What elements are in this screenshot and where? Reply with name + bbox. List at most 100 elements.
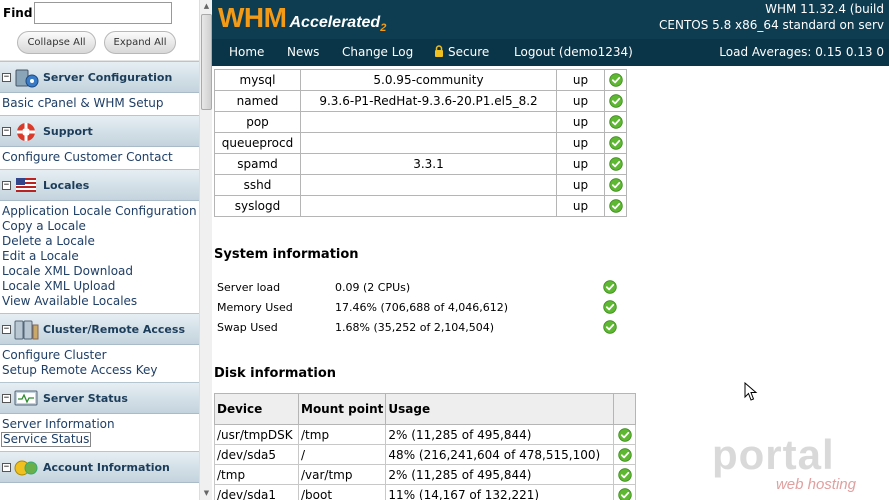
- whm-logo[interactable]: WHM Accelerated2: [218, 2, 386, 36]
- disk-status: [613, 464, 637, 485]
- nav-changelog-link[interactable]: Change Log: [342, 45, 413, 59]
- service-status: up: [556, 90, 605, 112]
- disk-information-heading: Disk information: [214, 366, 337, 381]
- service-status: up: [556, 174, 605, 196]
- section-header-server-configuration[interactable]: − Server Configuration: [0, 61, 212, 93]
- nav-secure-link[interactable]: Secure: [434, 45, 489, 59]
- system-information-heading: System information: [214, 247, 359, 262]
- disk-device: /tmp: [214, 464, 299, 485]
- section-items: Basic cPanel & WHM Setup: [0, 93, 212, 115]
- sidebar-item-locale-xml-upload[interactable]: Locale XML Upload: [2, 279, 212, 294]
- system-information-table: Server load 0.09 (2 CPUs) Memory Used 17.46…: [215, 277, 619, 337]
- collapse-all-button[interactable]: Collapse All: [17, 31, 96, 54]
- nav-logout-link[interactable]: Logout (demo1234): [514, 45, 633, 59]
- service-status: up: [556, 132, 605, 154]
- sidebar-item-setup-remote-access-key[interactable]: Setup Remote Access Key: [2, 363, 212, 378]
- service-version: [300, 174, 557, 196]
- scroll-down-arrow-icon[interactable]: ▼: [200, 487, 212, 500]
- service-status-cell: [604, 111, 627, 133]
- server-status-icon: [14, 390, 38, 406]
- status-ok-icon: [608, 178, 623, 192]
- service-status-cell: [604, 132, 627, 154]
- sidebar-item-locale-xml-download[interactable]: Locale XML Download: [2, 264, 212, 279]
- status-ok-icon: [618, 488, 632, 500]
- sidebar-item-edit-a-locale[interactable]: Edit a Locale: [2, 249, 212, 264]
- system-info-label: Memory Used: [217, 300, 293, 314]
- status-ok-icon: [608, 136, 623, 150]
- service-status-cell: [604, 174, 627, 196]
- service-row: spamd 3.3.1 up: [214, 153, 627, 175]
- service-row: sshd up: [214, 174, 627, 196]
- version-text: WHM 11.32.4 (build: [765, 2, 884, 16]
- sidebar-item-basic-cpanel-whm-setup[interactable]: Basic cPanel & WHM Setup: [2, 96, 212, 111]
- logo-accelerated-text: Accelerated: [289, 14, 381, 31]
- section-header-locales[interactable]: − Locales: [0, 169, 212, 201]
- service-name: mysql: [214, 69, 301, 91]
- collapse-toggle-icon[interactable]: −: [2, 463, 11, 472]
- disk-device: /usr/tmpDSK: [214, 424, 299, 445]
- disk-status: [613, 484, 637, 500]
- lock-icon: [435, 45, 443, 57]
- service-status-table: mysql 5.0.95-community up named 9.3.6-P1-Red…: [214, 69, 627, 217]
- status-ok-icon: [608, 115, 623, 129]
- sidebar-item-server-information[interactable]: Server Information: [2, 417, 212, 432]
- service-status-cell: [604, 69, 627, 91]
- section-header-cluster-remote-access[interactable]: − Cluster/Remote Access: [0, 313, 212, 345]
- disk-status: [613, 444, 637, 465]
- sidebar-item-application-locale-configuration[interactable]: Application Locale Configuration: [2, 204, 212, 219]
- sidebar-item-service-status[interactable]: Service Status: [1, 432, 92, 447]
- service-status: up: [556, 153, 605, 175]
- status-ok-icon: [618, 468, 632, 482]
- system-info-row: Server load 0.09 (2 CPUs): [215, 277, 619, 297]
- system-info-value: 0.09 (2 CPUs): [335, 280, 411, 294]
- service-row: named 9.3.6-P1-RedHat-9.3.6-20.P1.el5_8.2…: [214, 90, 627, 112]
- service-status-cell: [604, 153, 627, 175]
- expand-all-button[interactable]: Expand All: [104, 31, 176, 54]
- nav-home-link[interactable]: Home: [229, 45, 264, 59]
- section-title: Server Configuration: [43, 71, 173, 84]
- nav-news-link[interactable]: News: [287, 45, 319, 59]
- scroll-thumb[interactable]: [201, 14, 212, 110]
- collapse-toggle-icon[interactable]: −: [2, 73, 11, 82]
- status-ok-icon: [603, 320, 617, 334]
- service-version: 9.3.6-P1-RedHat-9.3.6-20.P1.el5_8.2: [300, 90, 557, 112]
- status-ok-icon: [618, 448, 632, 462]
- service-row: pop up: [214, 111, 627, 133]
- watermark-word: portal: [712, 431, 835, 478]
- disk-device: /dev/sda5: [214, 444, 299, 465]
- find-bar: Find Collapse All Expand All: [0, 0, 212, 61]
- column-header-status: [613, 393, 637, 425]
- load-averages: Load Averages: 0.15 0.13 0: [719, 45, 884, 59]
- disk-mount-point: /boot: [297, 484, 387, 500]
- scroll-up-arrow-icon[interactable]: ▲: [200, 0, 212, 13]
- collapse-toggle-icon[interactable]: −: [2, 325, 11, 334]
- status-ok-icon: [608, 199, 623, 213]
- section-header-support[interactable]: − Support: [0, 115, 212, 147]
- section-header-server-status[interactable]: − Server Status: [0, 382, 212, 414]
- section-items: Configure Customer Contact: [0, 147, 212, 169]
- service-name: named: [214, 90, 301, 112]
- sidebar-item-configure-cluster[interactable]: Configure Cluster: [2, 348, 212, 363]
- status-ok-icon: [608, 94, 623, 108]
- collapse-toggle-icon[interactable]: −: [2, 181, 11, 190]
- section-header-account-information[interactable]: − Account Information: [0, 451, 212, 483]
- section-items: Configure Cluster Setup Remote Access Key: [0, 345, 212, 382]
- service-version: 3.3.1: [300, 153, 557, 175]
- sidebar-scrollbar[interactable]: ▲ ▼: [199, 0, 212, 500]
- disk-header-row: Device Mount point Usage: [214, 393, 637, 425]
- status-ok-icon: [608, 157, 623, 171]
- column-header-usage: Usage: [385, 393, 615, 425]
- section-title: Cluster/Remote Access: [43, 323, 185, 336]
- collapse-toggle-icon[interactable]: −: [2, 127, 11, 136]
- logo-version-number: 2: [380, 22, 387, 34]
- sidebar-item-view-available-locales[interactable]: View Available Locales: [2, 294, 212, 309]
- service-name: queueprocd: [214, 132, 301, 154]
- system-info-label: Server load: [217, 280, 281, 294]
- collapse-toggle-icon[interactable]: −: [2, 394, 11, 403]
- find-input[interactable]: [34, 2, 172, 24]
- sidebar-item-copy-a-locale[interactable]: Copy a Locale: [2, 219, 212, 234]
- system-info-row: Memory Used 17.46% (706,688 of 4,046,612): [215, 297, 619, 317]
- sidebar-item-configure-customer-contact[interactable]: Configure Customer Contact: [2, 150, 212, 165]
- disk-mount-point: /var/tmp: [297, 464, 387, 485]
- sidebar-item-delete-a-locale[interactable]: Delete a Locale: [2, 234, 212, 249]
